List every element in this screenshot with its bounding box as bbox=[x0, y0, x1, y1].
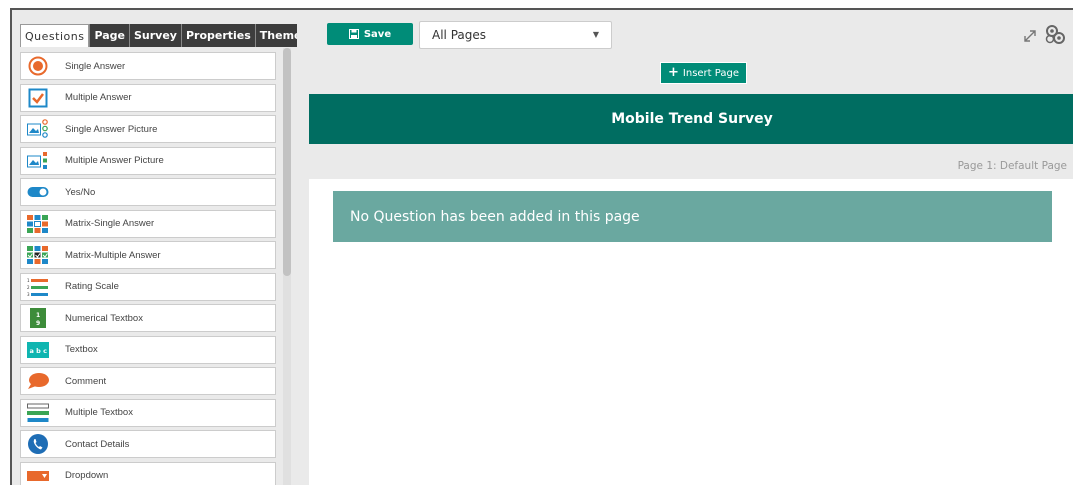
tab-properties[interactable]: Properties bbox=[180, 24, 255, 47]
question-type-label: Multiple Answer Picture bbox=[65, 155, 164, 166]
picture-radio-icon bbox=[27, 119, 49, 139]
question-type-label: Single Answer Picture bbox=[65, 123, 158, 135]
editor-toolbar: Save All Pages ▼ bbox=[297, 10, 1073, 57]
multiple-textbox-icon bbox=[27, 403, 49, 423]
question-type-label: Rating Scale bbox=[65, 281, 119, 292]
radio-icon bbox=[27, 56, 49, 76]
svg-text:1: 1 bbox=[36, 312, 40, 319]
question-type-label: Yes/No bbox=[65, 186, 96, 198]
save-button[interactable]: Save bbox=[327, 23, 413, 45]
panel-tabs: Questions Page Survey Properties Theme bbox=[20, 24, 306, 47]
question-type-label: Matrix-Single Answer bbox=[65, 218, 155, 229]
tab-questions[interactable]: Questions bbox=[20, 24, 90, 47]
floppy-disk-icon bbox=[348, 29, 359, 39]
svg-text:a b c: a b c bbox=[30, 347, 48, 355]
picture-checkbox-icon bbox=[27, 151, 49, 171]
question-type-label: Numerical Textbox bbox=[65, 312, 143, 324]
survey-title[interactable]: Mobile Trend Survey bbox=[309, 94, 1073, 144]
empty-page-message: No Question has been added in this page bbox=[333, 191, 1052, 242]
phone-icon bbox=[27, 434, 49, 454]
question-type-single-answer[interactable]: Single Answer bbox=[20, 52, 276, 80]
question-type-yes-no[interactable]: Yes/No bbox=[20, 178, 276, 206]
question-type-matrix-single[interactable]: Matrix-Single Answer bbox=[20, 209, 276, 238]
insert-page-label: Insert Page bbox=[682, 67, 739, 79]
question-type-label: Single Answer bbox=[65, 60, 126, 72]
question-type-label: Matrix-Multiple Answer bbox=[65, 249, 161, 261]
comment-icon bbox=[27, 371, 49, 391]
question-type-multiple-textbox[interactable]: Multiple Textbox bbox=[20, 398, 276, 427]
svg-text:3: 3 bbox=[27, 292, 30, 297]
question-type-rating-scale[interactable]: 1 2 3 Rating Scale bbox=[20, 272, 276, 301]
chevron-down-icon: ▼ bbox=[592, 30, 599, 39]
survey-editor: Questions Page Survey Properties Theme S… bbox=[10, 8, 1073, 485]
question-type-dropdown[interactable]: Dropdown bbox=[20, 461, 276, 485]
save-label: Save bbox=[363, 28, 392, 40]
plus-icon: + bbox=[668, 65, 679, 80]
question-panel: Questions Page Survey Properties Theme S… bbox=[12, 10, 306, 485]
numerical-icon: 19 bbox=[27, 308, 49, 328]
scrollbar-thumb[interactable] bbox=[283, 48, 291, 276]
question-type-contact-details[interactable]: Contact Details bbox=[20, 430, 276, 458]
question-type-label: Multiple Textbox bbox=[65, 407, 133, 418]
page-select[interactable]: All Pages ▼ bbox=[419, 21, 612, 49]
question-type-multiple-answer[interactable]: Multiple Answer bbox=[20, 83, 276, 112]
dropdown-icon bbox=[27, 466, 49, 485]
page-title: Page 1: Default Page bbox=[957, 160, 1067, 172]
tab-survey[interactable]: Survey bbox=[128, 24, 181, 47]
question-type-label: Dropdown bbox=[65, 470, 109, 481]
survey-canvas: + Insert Page Mobile Trend Survey Page 1… bbox=[297, 57, 1073, 485]
question-type-label: Contact Details bbox=[65, 438, 130, 450]
question-type-label: Comment bbox=[65, 375, 107, 387]
question-list-scrollbar[interactable] bbox=[283, 48, 291, 485]
page-select-value: All Pages bbox=[432, 28, 486, 42]
insert-page-button[interactable]: + Insert Page bbox=[660, 62, 747, 84]
textbox-icon: a b c bbox=[27, 340, 49, 360]
toggle-icon bbox=[27, 182, 49, 202]
question-type-numerical-textbox[interactable]: 19 Numerical Textbox bbox=[20, 304, 276, 332]
page-content: No Question has been added in this page bbox=[309, 179, 1073, 485]
question-type-matrix-multiple[interactable]: Matrix-Multiple Answer bbox=[20, 241, 276, 269]
svg-text:9: 9 bbox=[36, 320, 40, 327]
matrix-check-icon bbox=[27, 245, 49, 265]
rating-scale-icon: 1 2 3 bbox=[27, 277, 49, 297]
tab-page[interactable]: Page bbox=[89, 24, 129, 47]
question-type-label: Multiple Answer bbox=[65, 92, 132, 103]
matrix-icon bbox=[27, 214, 49, 234]
question-type-comment[interactable]: Comment bbox=[20, 367, 276, 395]
svg-text:2: 2 bbox=[27, 285, 30, 290]
question-type-list: Single Answer Multiple Answer Single Ans… bbox=[20, 52, 276, 485]
checkbox-icon bbox=[27, 88, 49, 108]
expand-icon[interactable] bbox=[1023, 29, 1037, 47]
settings-gears-icon[interactable] bbox=[1044, 23, 1066, 49]
question-type-textbox[interactable]: a b c Textbox bbox=[20, 335, 276, 364]
question-type-multiple-answer-picture[interactable]: Multiple Answer Picture bbox=[20, 146, 276, 175]
question-type-label: Textbox bbox=[65, 344, 98, 355]
question-type-single-answer-picture[interactable]: Single Answer Picture bbox=[20, 115, 276, 143]
svg-text:1: 1 bbox=[27, 278, 30, 283]
